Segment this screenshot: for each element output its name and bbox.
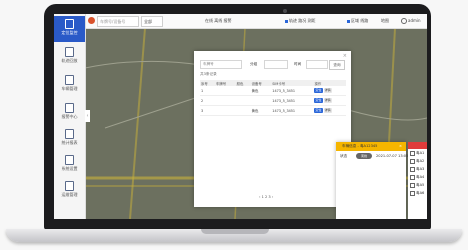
sidebar-item-vehicles[interactable]: 车辆管理 xyxy=(54,72,85,98)
cell-color xyxy=(235,86,251,96)
sidebar-item-ops[interactable]: 运维管理 xyxy=(54,178,85,204)
plate-field[interactable]: 车牌号 xyxy=(200,60,242,69)
checkbox-icon xyxy=(410,174,415,180)
cell-color xyxy=(235,105,251,116)
ops-icon xyxy=(65,181,74,191)
report-icon xyxy=(65,129,74,139)
date-select[interactable] xyxy=(306,60,328,69)
checkbox-icon xyxy=(410,182,415,188)
cell-plate xyxy=(214,105,236,116)
list-header-bar xyxy=(408,142,427,149)
pagination[interactable]: ‹ 1 2 3 › xyxy=(259,195,273,199)
query-button[interactable]: 查询 xyxy=(329,60,345,70)
top-toolbar: 车牌号/设备号 全部 在线 离线 报警 轨迹 路况 测距 区域 线路 地图 ad… xyxy=(85,14,427,29)
table-row[interactable]: 3 黄色 1473_5_3451 定位 详情 xyxy=(200,105,346,116)
status-badge: 离线 xyxy=(356,153,372,159)
sidebar-item-track[interactable]: 轨迹回放 xyxy=(54,44,85,70)
group-label: 分组 xyxy=(250,62,258,66)
tool-options-b[interactable]: 区域 线路 xyxy=(347,18,368,24)
tool-options-a[interactable]: 轨迹 路况 测距 xyxy=(285,18,316,24)
status-label: 状态 xyxy=(340,154,348,158)
cell-sim: 1473_5_3451 xyxy=(271,105,314,116)
list-item[interactable]: 粤A6 xyxy=(408,189,427,197)
checkbox-icon xyxy=(285,19,288,23)
settings-icon xyxy=(65,155,74,165)
cell-color xyxy=(235,95,251,106)
cell-sim: 1473_5_3451 xyxy=(271,95,314,106)
detail-button[interactable]: 详情 xyxy=(323,108,332,113)
cell-device: 黄色 xyxy=(250,105,272,116)
info-time: 2021-07-07 13:05 xyxy=(376,154,409,158)
locate-button[interactable]: 定位 xyxy=(314,108,323,113)
track-icon xyxy=(65,47,74,57)
list-item[interactable]: 粤A4 xyxy=(408,173,427,181)
sidebar: 定位监控 轨迹回放 车辆管理 报警中心 统计报表 系统设置 运维管理 xyxy=(54,14,86,219)
checkbox-icon xyxy=(410,190,415,196)
table-row[interactable]: 1 黄色 1473_5_3451 定位 详情 xyxy=(200,86,346,96)
alarm-icon xyxy=(65,103,74,113)
app-screen: 车牌号/设备号 全部 在线 离线 报警 轨迹 路况 测距 区域 线路 地图 ad… xyxy=(54,14,427,219)
cell-sim: 1473_5_3451 xyxy=(271,86,314,96)
status-legend: 在线 离线 报警 xyxy=(205,18,232,23)
sidebar-item-settings[interactable]: 系统设置 xyxy=(54,152,85,178)
cell-actions: 定位 详情 xyxy=(313,105,346,116)
results-table: 序号 车牌号 颜色 设备号 SIM卡号 操作 1 黄色 1473_5_3451 … xyxy=(200,80,346,116)
checkbox-icon xyxy=(410,150,415,156)
vehicle-query-dialog: × 车牌号 分组 时间 查询 共3条记录 序号 车牌号 颜色 设备号 SIM卡号… xyxy=(194,51,351,207)
list-item[interactable]: 粤A3 xyxy=(408,165,427,173)
cell-no: 1 xyxy=(200,86,215,96)
cell-device xyxy=(250,95,272,106)
cell-no: 3 xyxy=(200,105,215,116)
record-count: 共3条记录 xyxy=(200,72,217,76)
user-menu[interactable]: admin xyxy=(401,18,421,24)
filter-label: 全部 xyxy=(144,19,152,24)
user-icon xyxy=(401,18,407,24)
sidebar-item-report[interactable]: 统计报表 xyxy=(54,126,85,152)
filter-select[interactable]: 全部 xyxy=(141,16,163,27)
vehicle-list: 粤A1 粤A2 粤A3 粤A4 粤A5 粤A6 xyxy=(408,142,427,219)
info-panel-title: 车辆信息 - 粤A12345 xyxy=(342,144,378,148)
sidebar-item-alarm[interactable]: 报警中心 xyxy=(54,100,85,126)
list-item[interactable]: 粤A1 xyxy=(408,149,427,157)
vehicle-info-panel: 车辆信息 - 粤A12345 × 状态 离线 2021-07-07 13:05 xyxy=(336,142,409,219)
locate-button[interactable]: 定位 xyxy=(314,88,323,93)
detail-button[interactable]: 详情 xyxy=(323,98,332,103)
close-icon[interactable]: × xyxy=(343,53,347,59)
close-icon[interactable]: × xyxy=(399,142,402,151)
laptop-notch xyxy=(201,229,269,234)
checkbox-icon xyxy=(410,158,415,164)
search-input[interactable]: 车牌号/设备号 xyxy=(97,16,139,27)
cell-device: 黄色 xyxy=(250,86,272,96)
info-panel-header: 车辆信息 - 粤A12345 × xyxy=(336,142,406,151)
location-icon xyxy=(65,19,74,29)
plate-field-label: 车牌号 xyxy=(203,62,214,66)
detail-button[interactable]: 详情 xyxy=(323,88,332,93)
table-row[interactable]: 2 1473_5_3451 定位 详情 xyxy=(200,95,346,106)
cell-plate xyxy=(214,95,236,106)
sidebar-item-location[interactable]: 定位监控 xyxy=(54,16,85,42)
cell-plate xyxy=(214,86,236,96)
car-icon xyxy=(65,75,74,85)
map-type-toggle[interactable]: 地图 xyxy=(381,18,389,24)
checkbox-icon xyxy=(347,19,350,23)
date-label: 时间 xyxy=(294,62,302,66)
locate-button[interactable]: 定位 xyxy=(314,98,323,103)
checkbox-icon xyxy=(410,166,415,172)
group-select[interactable] xyxy=(264,60,288,69)
list-item[interactable]: 粤A2 xyxy=(408,157,427,165)
sidebar-collapse-button[interactable]: ‹ xyxy=(85,110,90,122)
cell-actions: 定位 详情 xyxy=(313,86,346,96)
logo-icon xyxy=(88,17,95,24)
list-item[interactable]: 粤A5 xyxy=(408,181,427,189)
cell-actions: 定位 详情 xyxy=(313,95,346,106)
cell-no: 2 xyxy=(200,95,215,106)
search-placeholder: 车牌号/设备号 xyxy=(100,19,126,24)
camera xyxy=(283,9,287,13)
